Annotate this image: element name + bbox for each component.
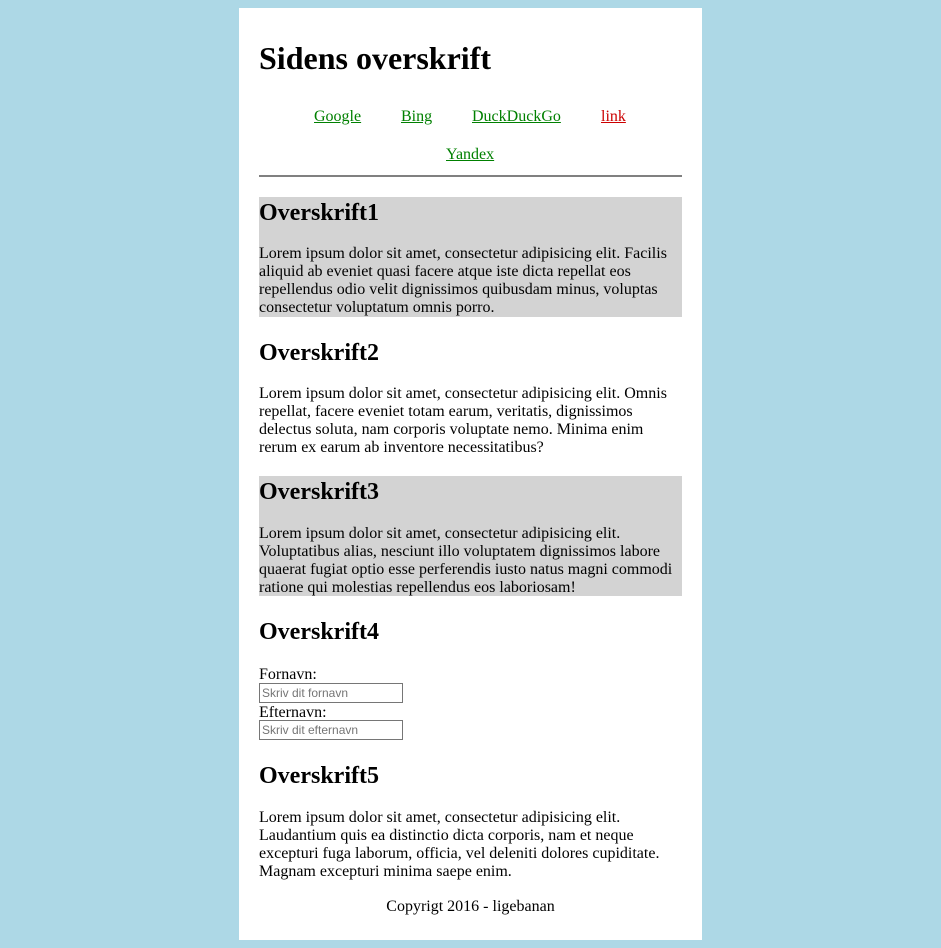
first-name-label: Fornavn: (259, 666, 317, 683)
section-5-text: Lorem ipsum dolor sit amet, consectetur … (259, 809, 660, 880)
section-3-text: Lorem ipsum dolor sit amet, consectetur … (259, 525, 673, 596)
nav-link-bing[interactable]: Bing (401, 107, 432, 127)
section-3: Overskrift3 Lorem ipsum dolor sit amet, … (259, 476, 682, 596)
page-footer: Copyrigt 2016 - ligebanan (259, 897, 682, 917)
section-2-text: Lorem ipsum dolor sit amet, consectetur … (259, 385, 667, 456)
section-3-heading: Overskrift3 (259, 479, 379, 505)
section-4-form: Overskrift4 Fornavn: Efternavn: (259, 616, 682, 744)
page-title: Sidens overskrift (259, 40, 491, 76)
section-5: Overskrift5 Lorem ipsum dolor sit amet, … (259, 760, 682, 880)
nav-link-link[interactable]: link (601, 107, 626, 127)
section-5-heading: Overskrift5 (259, 763, 379, 789)
section-2-heading: Overskrift2 (259, 340, 379, 366)
section-4-heading: Overskrift4 (259, 619, 379, 645)
section-1-heading: Overskrift1 (259, 200, 379, 226)
section-1-text: Lorem ipsum dolor sit amet, consectetur … (259, 245, 667, 316)
page-container: Sidens overskrift Google Bing DuckDuckGo… (239, 8, 702, 940)
last-name-input[interactable] (259, 720, 403, 740)
nav-link-google[interactable]: Google (314, 107, 361, 127)
copyright-text: Copyrigt 2016 - ligebanan (386, 898, 555, 915)
nav-link-duckduckgo[interactable]: DuckDuckGo (472, 107, 561, 127)
nav-link-yandex[interactable]: Yandex (446, 145, 494, 165)
section-1: Overskrift1 Lorem ipsum dolor sit amet, … (259, 197, 682, 317)
section-2: Overskrift2 Lorem ipsum dolor sit amet, … (259, 337, 682, 457)
first-name-input[interactable] (259, 683, 403, 703)
nav-divider (259, 175, 682, 177)
